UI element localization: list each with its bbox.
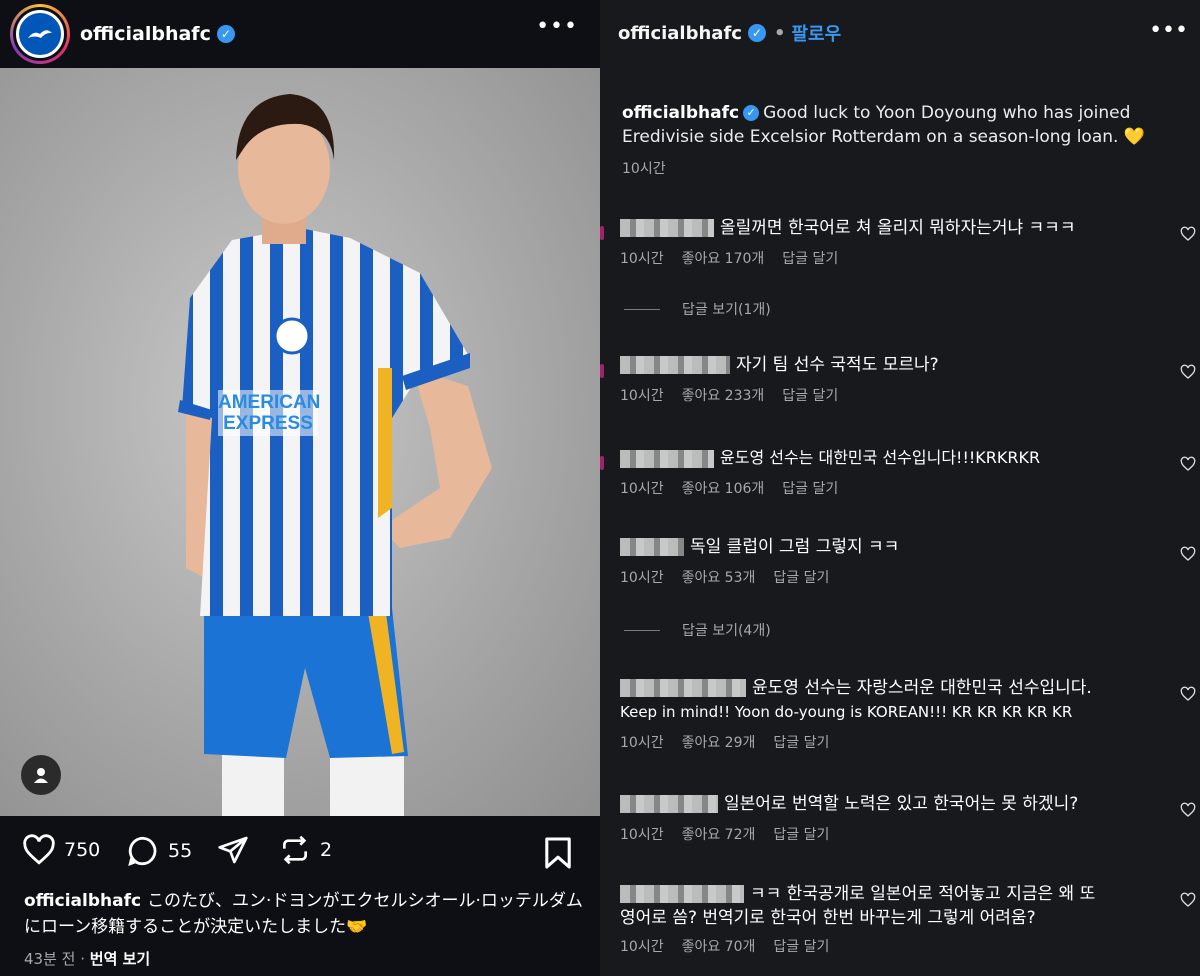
comment-text-line2: 영어로 씀? 번역기로 한국어 한번 바꾸는게 그렇게 어려움?: [620, 908, 1036, 928]
more-icon[interactable]: •••: [1149, 18, 1188, 43]
heart-icon[interactable]: [1180, 546, 1196, 562]
separator-dot: •: [773, 22, 786, 44]
comment-likes[interactable]: 좋아요 170개: [682, 248, 765, 268]
view-replies-label[interactable]: 답글 보기(4개): [682, 620, 771, 640]
comment: 윤도영 선수는 자랑스러운 대한민국 선수입니다. Keep in mind!!…: [620, 676, 1180, 752]
comment-likes[interactable]: 좋아요 70개: [682, 936, 756, 956]
reply-button[interactable]: 답글 달기: [773, 936, 829, 956]
reply-button[interactable]: 답글 달기: [773, 824, 829, 844]
comments-panel: officialbhafc ✓ • 팔로우 ••• officialbhafc ✓…: [600, 0, 1200, 976]
username[interactable]: officialbhafc: [618, 23, 742, 44]
post-caption: officialbhafc このたび、ユン·ドヨンがエクセルシオール·ロッテルダム…: [24, 888, 584, 940]
comments-header: officialbhafc ✓ • 팔로우: [618, 20, 841, 46]
heart-icon[interactable]: [1180, 364, 1196, 380]
comment-likes[interactable]: 좋아요 72개: [682, 824, 756, 844]
repost-action[interactable]: 2: [278, 834, 332, 866]
comment-text-line2: Keep in mind!! Yoon do-young is KOREAN!!…: [620, 703, 1073, 721]
reply-button[interactable]: 답글 달기: [782, 478, 838, 498]
comment-likes[interactable]: 좋아요 29개: [682, 732, 756, 752]
comment: 올릴꺼면 한국어로 쳐 올리지 뭐하자는거냐 ㅋㅋㅋ 10시간 좋아요 170개 답…: [620, 216, 1180, 268]
comment-time: 10시간: [620, 481, 664, 497]
reply-button[interactable]: 답글 달기: [773, 567, 829, 587]
heart-icon[interactable]: [1180, 226, 1196, 242]
comment-username-redacted[interactable]: [620, 885, 744, 903]
heart-icon[interactable]: [1180, 802, 1196, 818]
comment-username-redacted[interactable]: [620, 795, 718, 813]
username[interactable]: officialbhafc: [80, 23, 211, 45]
comment: 독일 클럽이 그럼 그렇지 ㅋㅋ 10시간 좋아요 53개 답글 달기: [620, 535, 1180, 587]
comment-time: 10시간: [620, 251, 664, 267]
post-photo[interactable]: AMERICAN EXPRESS: [0, 68, 600, 816]
comment: 자기 팀 선수 국적도 모르나? 10시간 좋아요 233개 답글 달기: [620, 353, 1180, 405]
repost-count: 2: [320, 839, 333, 861]
comment: ㅋㅋ 한국공개로 일본어로 적어놓고 지금은 왜 또 영어로 씀? 번역기로 한…: [620, 882, 1180, 956]
comment-time: 10시간: [620, 827, 664, 843]
post-media-panel: officialbhafc ✓ ••• AMERICAN EXPRESS 750…: [0, 0, 600, 976]
jersey-sponsor: AMERICAN EXPRESS: [218, 390, 321, 436]
verified-icon: ✓: [747, 24, 766, 42]
brighton-logo: [16, 10, 64, 58]
view-replies[interactable]: 답글 보기(1개): [624, 299, 771, 319]
comment-text: ㅋㅋ 한국공개로 일본어로 적어놓고 지금은 왜 또: [750, 884, 1096, 904]
comment-username-redacted[interactable]: [620, 538, 684, 556]
more-icon[interactable]: •••: [536, 14, 578, 39]
comment-text: 올릴꺼면 한국어로 쳐 올리지 뭐하자는거냐 ㅋㅋㅋ: [720, 218, 1076, 238]
avatar[interactable]: [600, 226, 604, 240]
share-icon: [218, 836, 248, 864]
comment: 윤도영 선수는 대한민국 선수입니다!!!KRKRKR 10시간 좋아요 106개…: [620, 446, 1180, 498]
comment-username-redacted[interactable]: [620, 356, 730, 374]
like-action[interactable]: 750: [22, 834, 100, 866]
avatar[interactable]: [10, 4, 70, 64]
repost-icon: [283, 835, 307, 865]
comment-text: 일본어로 번역할 노력은 있고 한국어는 못 하겠니?: [724, 794, 1079, 814]
comment-likes[interactable]: 좋아요 233개: [682, 385, 765, 405]
avatar[interactable]: [600, 364, 604, 378]
reply-button[interactable]: 답글 달기: [773, 732, 829, 752]
comment-time: 10시간: [620, 939, 664, 955]
comment-time: 10시간: [620, 570, 664, 586]
post-time: 43분 전: [24, 950, 76, 968]
verified-icon: ✓: [216, 25, 235, 43]
user-tag-icon[interactable]: [21, 755, 61, 795]
caption-time: 10시간: [622, 161, 666, 177]
comment-username-redacted[interactable]: [620, 449, 714, 468]
player-illustration: [178, 94, 492, 816]
post-actions: 750 55 2: [0, 822, 600, 884]
caption-meta: 43분 전 · 번역 보기: [24, 950, 151, 968]
heart-icon[interactable]: [1180, 686, 1196, 702]
comment-icon: [128, 836, 157, 867]
comment-text: 자기 팀 선수 국적도 모르나?: [736, 355, 939, 375]
reply-button[interactable]: 답글 달기: [782, 385, 838, 405]
comment-time: 10시간: [620, 388, 664, 404]
post-caption: officialbhafc ✓ Good luck to Yoon Doyoung …: [622, 101, 1162, 149]
heart-icon[interactable]: [1180, 456, 1196, 472]
reply-button[interactable]: 답글 달기: [782, 248, 838, 268]
comment-text: 윤도영 선수는 자랑스러운 대한민국 선수입니다.: [752, 678, 1092, 698]
heart-icon[interactable]: [1180, 892, 1196, 908]
comment-text: 독일 클럽이 그럼 그렇지 ㅋㅋ: [690, 537, 900, 557]
follow-button[interactable]: 팔로우: [791, 20, 841, 46]
comment-likes[interactable]: 좋아요 53개: [682, 567, 756, 587]
comment-action[interactable]: 55: [126, 834, 192, 868]
comment-username-redacted[interactable]: [620, 219, 714, 237]
comment-likes[interactable]: 좋아요 106개: [682, 478, 765, 498]
view-replies[interactable]: 답글 보기(4개): [624, 620, 771, 640]
share-action[interactable]: [216, 834, 258, 866]
translate-link[interactable]: 번역 보기: [90, 950, 150, 968]
comment-username-redacted[interactable]: [620, 679, 746, 697]
comment-time: 10시간: [620, 735, 664, 751]
comment: 일본어로 번역할 노력은 있고 한국어는 못 하겠니? 10시간 좋아요 72개 답…: [620, 792, 1180, 844]
bookmark-icon[interactable]: [544, 836, 572, 874]
avatar[interactable]: [600, 456, 604, 470]
post-header: officialbhafc ✓ •••: [0, 0, 600, 68]
like-count: 750: [64, 839, 101, 861]
verified-icon: ✓: [743, 105, 760, 121]
view-replies-label[interactable]: 답글 보기(1개): [682, 299, 771, 319]
heart-icon: [23, 834, 55, 865]
caption-username[interactable]: officialbhafc: [24, 891, 141, 911]
comment-text: 윤도영 선수는 대한민국 선수입니다!!!KRKRKR: [720, 448, 1041, 467]
comment-count: 55: [168, 840, 193, 862]
caption-username[interactable]: officialbhafc: [622, 103, 739, 123]
